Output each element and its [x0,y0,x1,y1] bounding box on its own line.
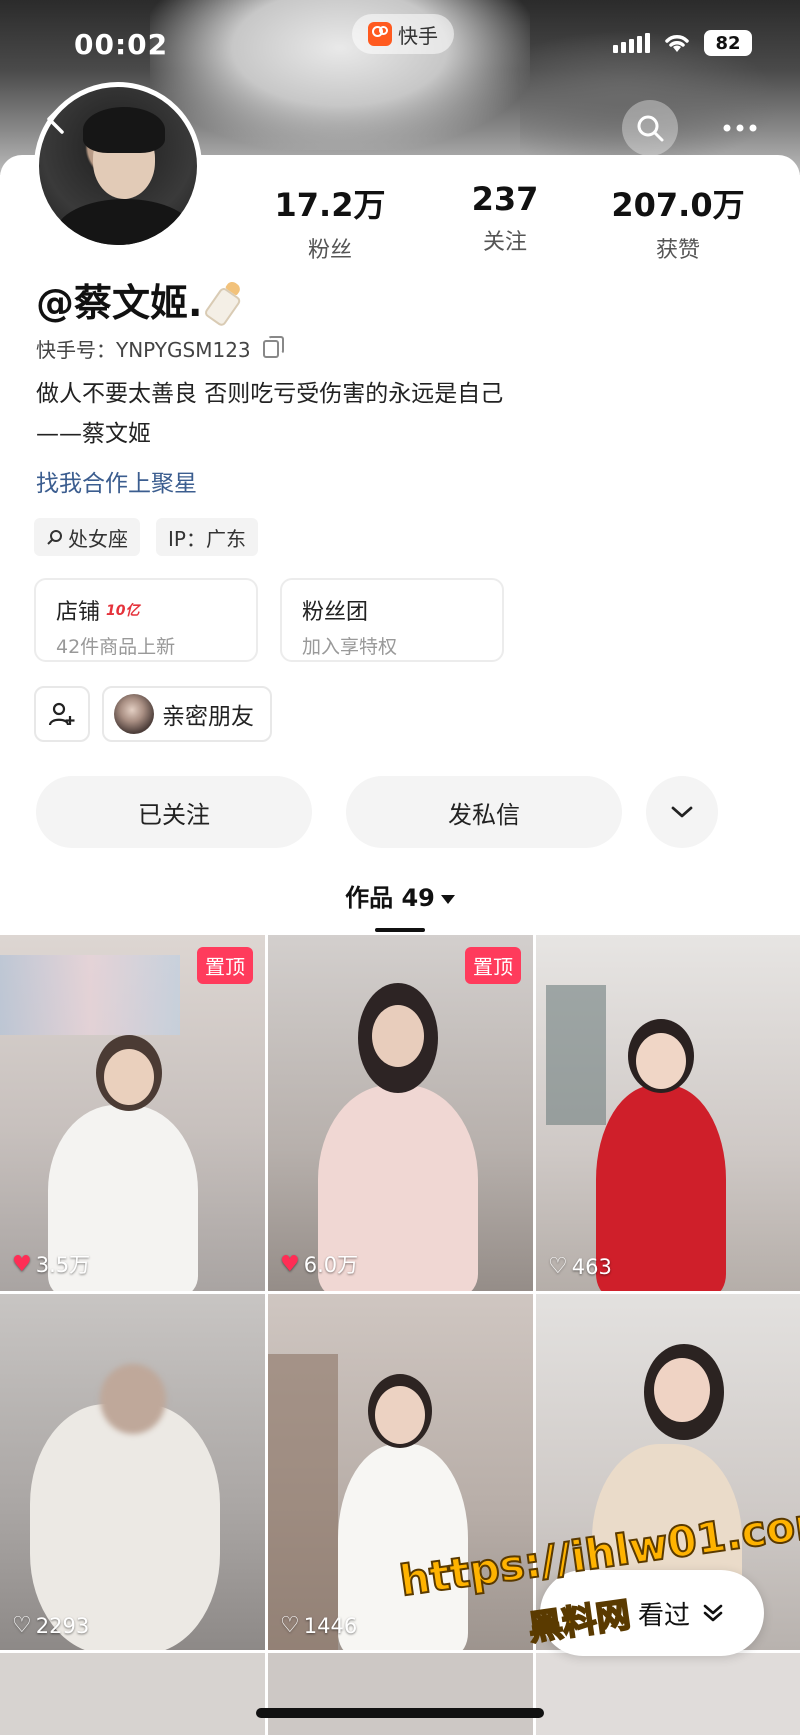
search-button[interactable] [622,100,678,156]
user-id[interactable]: 快手号：YNPYGSM123 [36,334,284,363]
caret-down-icon [440,894,455,904]
chevron-left-icon[interactable] [40,102,74,136]
stat-following[interactable]: 237 关注 [435,180,575,256]
shop-card[interactable]: 店铺 10亿 42件商品上新 [34,578,258,662]
work-tile[interactable] [536,1653,800,1735]
profile-bio: 做人不要太善良 否则吃亏受伤害的永远是自己 ——蔡文姬 [36,381,504,447]
battery-indicator: 82 [704,30,752,56]
heart-outline-icon: ♡ [280,1613,300,1638]
close-friends-button[interactable]: 亲密朋友 [102,686,272,742]
status-time: 00:02 [74,28,169,61]
fan-group-card[interactable]: 粉丝团 加入享特权 [280,578,504,662]
add-user-icon [48,702,75,726]
copy-icon[interactable] [262,335,284,358]
double-chevron-down-icon [703,1604,723,1622]
like-count: ♡ 463 [548,1254,612,1279]
work-tile[interactable] [0,1653,265,1735]
work-tile[interactable]: 置顶 ♥ 6.0万 [268,935,533,1291]
shop-row: 店铺 10亿 42件商品上新 粉丝团 加入享特权 [34,578,504,662]
expand-button[interactable] [646,776,718,848]
cooperation-link[interactable]: 找我合作上聚星 [36,464,197,498]
followed-button[interactable]: 已关注 [36,776,312,848]
friends-row: 亲密朋友 [34,686,272,742]
profile-stats: 17.2万 粉丝 237 关注 207.0万 获赞 [0,180,800,263]
work-tile[interactable]: ♡ 2293 [0,1294,265,1650]
profile-tags: 处女座 IP：广东 [34,518,258,556]
search-icon [637,115,664,142]
work-tile[interactable]: ♡ 1446 [268,1294,533,1650]
action-row: 已关注 发私信 [36,776,718,848]
cellular-signal-icon [613,33,650,53]
like-count: ♡ 1446 [280,1613,358,1638]
friend-avatar [114,694,154,734]
shop-badge: 10亿 [106,603,140,619]
work-tile[interactable] [268,1653,533,1735]
heart-icon: ♥ [280,1251,300,1277]
work-tile[interactable]: ♡ 463 [536,935,800,1291]
status-indicators: 82 [613,30,752,56]
ellipsis-icon [723,124,757,132]
profile-name: @蔡文姬. [36,272,238,327]
kuaishou-logo-icon [368,22,392,46]
more-button[interactable] [712,100,768,156]
like-count: ♥ 6.0万 [280,1251,359,1278]
like-count: ♡ 2293 [12,1613,90,1638]
stat-followers[interactable]: 17.2万 粉丝 [260,180,400,264]
tab-works[interactable]: 作品 49 [0,878,800,913]
work-tile[interactable]: 置顶 ♥ 3.5万 [0,935,265,1291]
send-message-button[interactable]: 发私信 [346,776,622,848]
wifi-icon [665,35,689,52]
tab-underline [375,928,425,932]
home-indicator[interactable] [256,1708,544,1718]
heart-outline-icon: ♡ [12,1613,32,1638]
pinned-badge: 置顶 [465,947,521,984]
app-source-pill[interactable]: 快手 [352,14,454,54]
stat-likes[interactable]: 207.0万 获赞 [608,180,748,264]
add-friend-button[interactable] [34,686,90,742]
heart-outline-icon: ♡ [548,1254,568,1279]
like-count: ♥ 3.5万 [12,1251,91,1278]
chevron-down-icon [671,806,693,818]
tag-zodiac: 处女座 [34,518,140,556]
gender-female-icon [47,530,62,545]
tag-ip: IP：广东 [156,518,258,556]
heart-icon: ♥ [12,1251,32,1277]
pinned-badge: 置顶 [197,947,253,984]
app-name: 快手 [398,23,438,48]
